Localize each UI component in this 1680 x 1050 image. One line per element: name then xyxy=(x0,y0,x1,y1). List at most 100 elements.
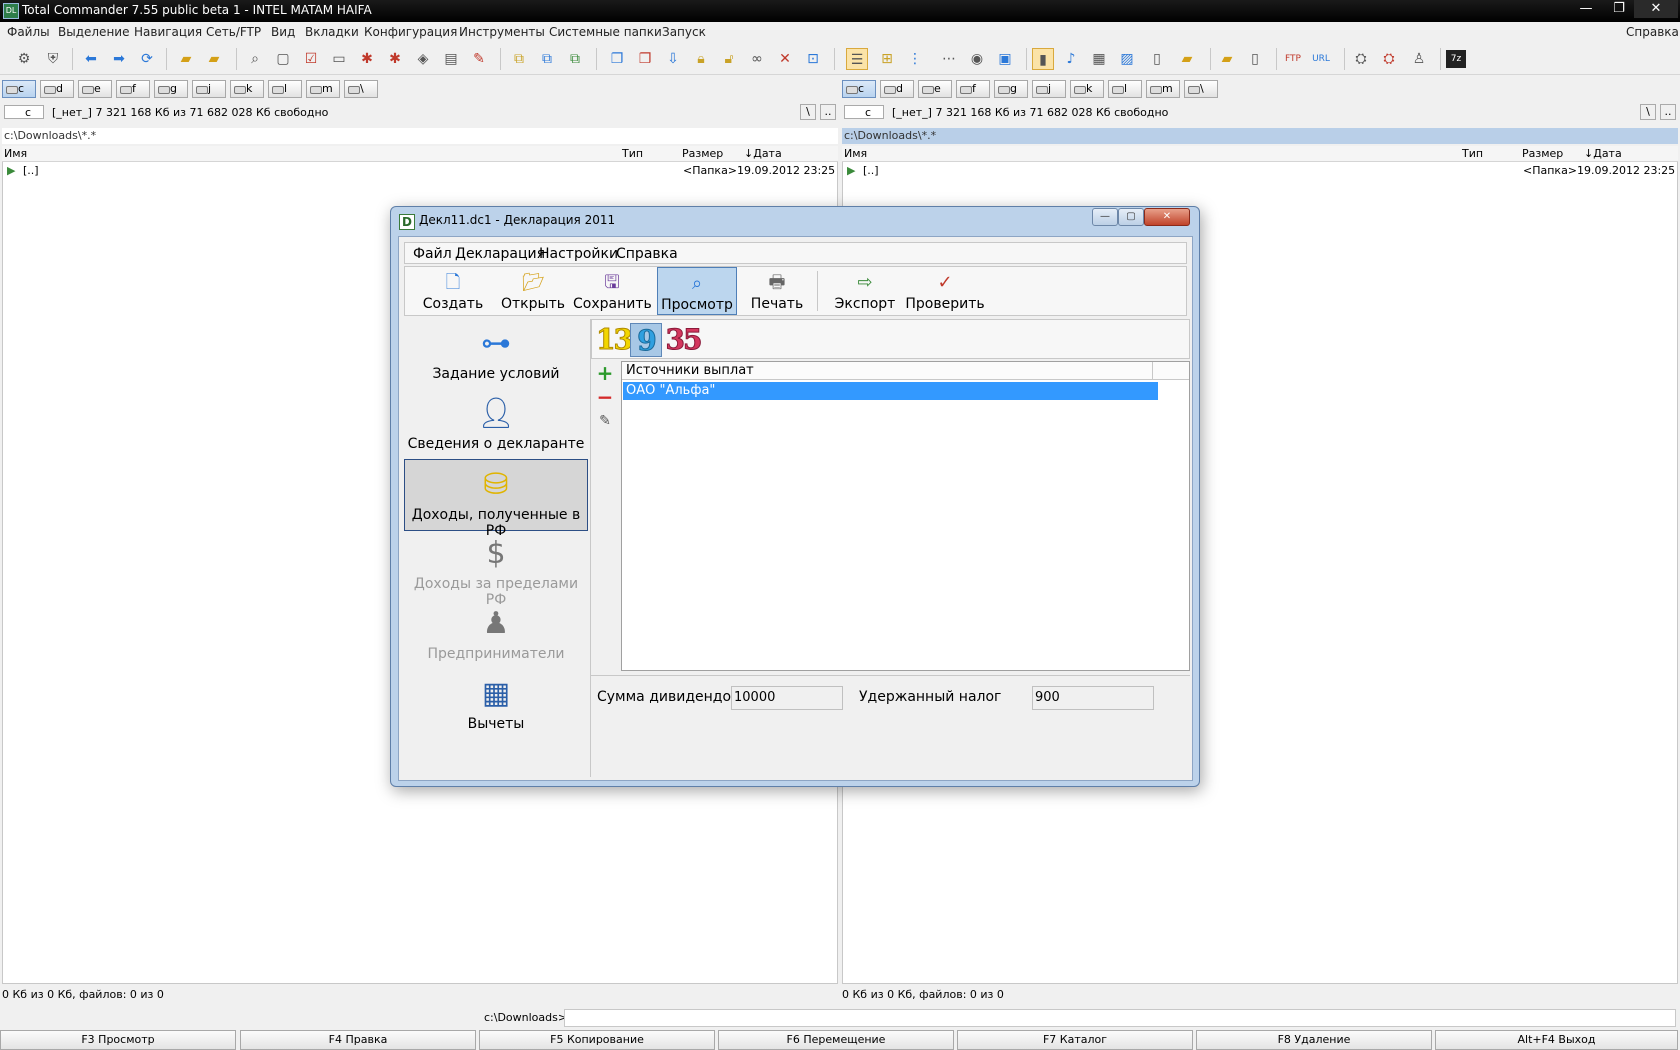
right-drive-l[interactable]: l xyxy=(1108,80,1142,98)
delete-icon[interactable]: ✕ xyxy=(774,48,796,70)
forward-icon[interactable]: ➡ xyxy=(108,48,130,70)
paste-icon[interactable]: ▤ xyxy=(440,48,462,70)
left-drive-network[interactable]: \ xyxy=(344,80,378,98)
remove-icon[interactable]: − xyxy=(595,387,615,407)
network-icon[interactable]: ⧉ xyxy=(508,48,530,70)
right-drive-j[interactable]: j xyxy=(1032,80,1066,98)
menu-launch[interactable]: Запуск xyxy=(662,25,706,39)
menu-files[interactable]: Файлы xyxy=(7,25,50,39)
tab-9[interactable]: 9 xyxy=(630,323,662,358)
document-icon[interactable]: ▯ xyxy=(1146,48,1168,70)
f6-move-button[interactable]: F6 Перемещение xyxy=(718,1030,954,1050)
dialog-menu-file[interactable]: Файл xyxy=(413,246,452,262)
left-col-size[interactable]: Размер xyxy=(682,147,723,160)
f4-edit-button[interactable]: F4 Правка xyxy=(240,1030,476,1050)
menu-configuration[interactable]: Конфигурация xyxy=(364,25,457,39)
left-drive-d[interactable]: d xyxy=(40,80,74,98)
export-button[interactable]: ⇨ Экспорт xyxy=(829,267,901,315)
connect-icon[interactable]: ⧉ xyxy=(536,48,558,70)
tab-13[interactable]: 13 xyxy=(596,323,634,357)
left-drive-m[interactable]: m xyxy=(306,80,340,98)
left-drive-l[interactable]: l xyxy=(268,80,302,98)
right-drive-k[interactable]: k xyxy=(1070,80,1104,98)
folder-icon[interactable]: ▰ xyxy=(175,48,197,70)
left-drive-c[interactable]: c xyxy=(2,80,36,98)
list-item[interactable]: ▶ [..] <Папка> 19.09.2012 23:25 xyxy=(847,164,1680,178)
right-col-type[interactable]: Тип xyxy=(1462,147,1483,160)
notes-icon[interactable]: ▰ xyxy=(1176,48,1198,70)
f8-delete-button[interactable]: F8 Удаление xyxy=(1196,1030,1432,1050)
nav-income-abroad[interactable]: $ Доходы за пределами РФ xyxy=(404,529,588,608)
7zip-icon[interactable]: 7z xyxy=(1446,50,1466,68)
left-up-button[interactable]: .. xyxy=(820,104,836,120)
thumbnails-icon[interactable]: ⋯ xyxy=(938,48,960,70)
f5-copy-button[interactable]: F5 Копирование xyxy=(479,1030,715,1050)
dialog-close-button[interactable]: ✕ xyxy=(1144,208,1190,226)
dialog-maximize-button[interactable]: ▢ xyxy=(1118,208,1144,226)
tab-35[interactable]: 35 xyxy=(664,323,703,357)
unlock-icon[interactable]: 🔓︎ xyxy=(718,48,740,70)
left-drive-g[interactable]: g xyxy=(154,80,188,98)
dialog-minimize-button[interactable]: — xyxy=(1092,208,1118,226)
quickview-icon[interactable]: ◉ xyxy=(966,48,988,70)
list-item[interactable]: ▶ [..] <Папка> 19.09.2012 23:25 xyxy=(7,164,841,178)
columns-icon[interactable]: ⋮ xyxy=(904,48,926,70)
left-drive-j[interactable]: j xyxy=(192,80,226,98)
search-icon[interactable]: ⌕ xyxy=(244,48,266,70)
plugin-icon[interactable]: ⛭ xyxy=(1350,48,1372,70)
linux-icon[interactable]: ♙ xyxy=(1408,48,1430,70)
image-icon[interactable]: ▨ xyxy=(1116,48,1138,70)
nav-income-rf[interactable]: ⛁ Доходы, полученные в РФ xyxy=(404,459,588,539)
left-col-name[interactable]: Имя xyxy=(4,147,27,160)
window-icon[interactable]: ▣ xyxy=(994,48,1016,70)
right-drive-network[interactable]: \ xyxy=(1184,80,1218,98)
right-up-button[interactable]: .. xyxy=(1660,104,1676,120)
lock-icon[interactable]: 🔒︎ xyxy=(690,48,712,70)
left-drive-f[interactable]: f xyxy=(116,80,150,98)
url-icon[interactable]: URL xyxy=(1310,48,1332,70)
dividends-field[interactable]: 10000 xyxy=(731,686,843,710)
ftp-connect-icon[interactable]: FTP xyxy=(1282,48,1304,70)
right-drive-select[interactable]: c xyxy=(844,105,884,119)
right-drive-e[interactable]: e xyxy=(918,80,952,98)
menu-selection[interactable]: Выделение xyxy=(58,25,129,39)
right-drive-d[interactable]: d xyxy=(880,80,914,98)
preview-button[interactable]: ⌕ Просмотр xyxy=(657,267,737,315)
menu-help[interactable]: Справка xyxy=(1626,25,1679,39)
clipboard-icon[interactable]: ▭ xyxy=(328,48,350,70)
left-drive-k[interactable]: k xyxy=(230,80,264,98)
plugin2-icon[interactable]: ⛭ xyxy=(1378,48,1400,70)
shield-icon[interactable]: ⛨ xyxy=(42,48,64,70)
menu-system-folders[interactable]: Системные папки xyxy=(549,25,662,39)
dialog-menu-declaration[interactable]: Декларация xyxy=(455,246,545,262)
table-row[interactable]: ОАО "Альфа" xyxy=(623,382,1158,400)
menu-navigation[interactable]: Навигация xyxy=(134,25,202,39)
left-col-date[interactable]: ↓Дата xyxy=(744,147,782,160)
right-col-date[interactable]: ↓Дата xyxy=(1584,147,1622,160)
menu-tabs[interactable]: Вкладки xyxy=(305,25,359,39)
ftp-icon[interactable]: ⧉ xyxy=(564,48,586,70)
menu-view[interactable]: Вид xyxy=(271,25,295,39)
dialog-menu-settings[interactable]: Настройки xyxy=(539,246,618,262)
close-button[interactable]: ✕ xyxy=(1634,0,1678,18)
nav-deductions[interactable]: ▦ Вычеты xyxy=(404,669,588,741)
menu-tools[interactable]: Инструменты xyxy=(459,25,545,39)
print-button[interactable]: 🖶 Печать xyxy=(741,267,813,315)
dialog-menu-help[interactable]: Справка xyxy=(616,246,678,262)
reload-icon[interactable]: ⟳ xyxy=(136,48,158,70)
right-drive-m[interactable]: m xyxy=(1146,80,1180,98)
nav-entrepreneurs[interactable]: ♟ Предприниматели xyxy=(404,599,588,671)
nav-declarant[interactable]: 👤︎ Сведения о декларанте xyxy=(404,389,588,461)
withheld-tax-field[interactable]: 900 xyxy=(1032,686,1154,710)
extension-icon[interactable]: ✱ xyxy=(384,48,406,70)
right-col-size[interactable]: Размер xyxy=(1522,147,1563,160)
link-icon[interactable]: ∞ xyxy=(746,48,768,70)
create-button[interactable]: 🗋 Создать xyxy=(417,267,489,315)
right-drive-g[interactable]: g xyxy=(994,80,1028,98)
left-path-bar[interactable]: c:\Downloads\*.* xyxy=(2,128,838,144)
download-icon[interactable]: ⇩ xyxy=(662,48,684,70)
back-icon[interactable]: ⬅ xyxy=(80,48,102,70)
select-icon[interactable]: ▢ xyxy=(272,48,294,70)
f3-view-button[interactable]: F3 Просмотр xyxy=(0,1030,236,1050)
left-col-type[interactable]: Тип xyxy=(622,147,643,160)
